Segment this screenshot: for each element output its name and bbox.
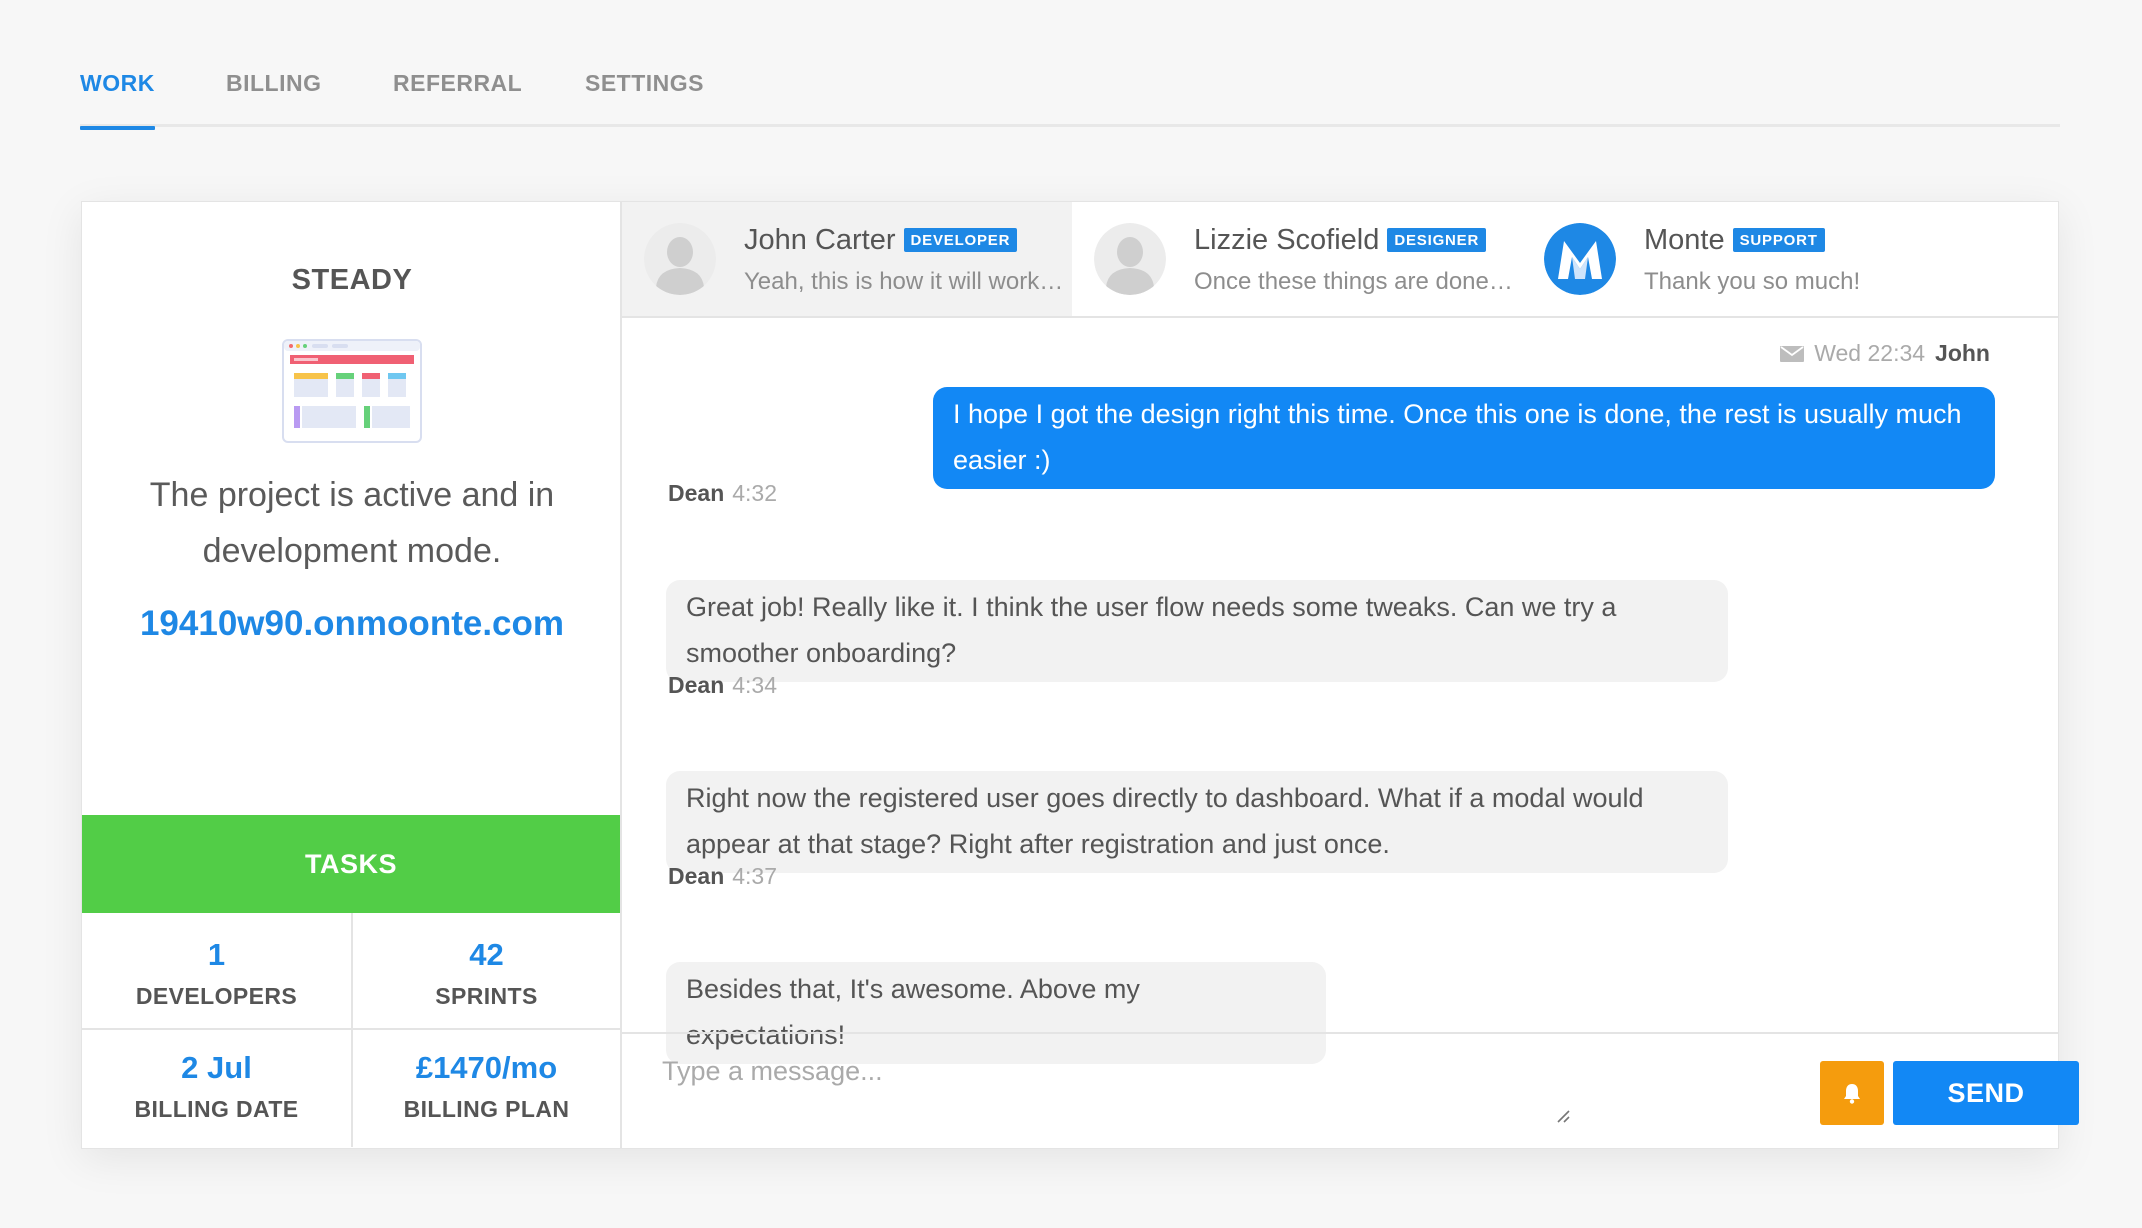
project-name: STEADY — [291, 264, 413, 296]
stat-billing-date-label: BILLING DATE — [134, 1096, 299, 1122]
message-time: 4:37 — [732, 863, 778, 889]
stat-billing-plan-label: BILLING PLAN — [403, 1096, 570, 1122]
stat-billing-date-value: 2 Jul — [181, 1050, 252, 1085]
stat-billing-plan-value: £1470/mo — [415, 1050, 558, 1085]
contact-tab-monte[interactable]: Monte SUPPORT Thank you so much! — [1522, 202, 1972, 316]
contact-preview: Yeah, this is how it will work… — [744, 268, 1064, 295]
contact-tab-john-carter[interactable]: John Carter DEVELOPER Yeah, this is how i… — [622, 202, 1072, 316]
role-badge: DESIGNER — [1387, 228, 1487, 252]
stat-billing-plan: £1470/mo BILLING PLAN — [351, 1030, 620, 1147]
message-bubble: Right now the registered user goes direc… — [666, 771, 1728, 873]
project-description: The project is active and in development… — [149, 476, 555, 570]
contact-preview: Thank you so much! — [1644, 268, 1861, 295]
tasks-button[interactable]: TASKS — [82, 815, 620, 913]
mail-icon — [1780, 345, 1805, 362]
message-time: 4:32 — [732, 480, 778, 506]
message-sender: Dean — [668, 863, 725, 889]
browser-dashboard-illustration — [282, 339, 422, 443]
message-sender: Dean — [668, 672, 725, 698]
contact-name: Lizzie Scofield DESIGNER — [1194, 224, 1487, 257]
project-panel: STEADY The project is active and in deve… — [82, 202, 622, 1148]
project-stats: 1 DEVELOPERS 42 SPRINTS 2 Jul BILLING DA… — [82, 913, 620, 1148]
chat-panel: John Carter DEVELOPER Yeah, this is how i… — [622, 202, 2079, 1148]
contact-tabs: John Carter DEVELOPER Yeah, this is how i… — [622, 202, 2058, 318]
stat-sprints-label: SPRINTS — [435, 983, 538, 1009]
top-tab-bar: WORK BILLING REFERRAL SETTINGS — [80, 0, 2060, 130]
project-card: STEADY The project is active and in deve… — [81, 201, 2079, 1149]
tab-billing[interactable]: BILLING — [226, 70, 322, 127]
notify-button[interactable] — [1820, 1061, 1884, 1125]
contact-preview: Once these things are done… — [1194, 268, 1513, 295]
monte-logo-icon — [1544, 223, 1616, 295]
bell-icon — [1844, 1084, 1860, 1104]
tab-work[interactable]: WORK — [80, 70, 155, 130]
message-input[interactable] — [662, 1056, 1472, 1132]
stat-billing-date: 2 Jul BILLING DATE — [82, 1030, 351, 1147]
user-placeholder-icon — [644, 223, 716, 295]
stat-developers-label: DEVELOPERS — [135, 983, 298, 1009]
stat-developers: 1 DEVELOPERS — [82, 913, 351, 1030]
tab-settings[interactable]: SETTINGS — [585, 70, 704, 127]
message-time: Wed 22:34 — [1814, 340, 1926, 366]
role-badge: DEVELOPER — [903, 228, 1018, 252]
contact-name: John Carter DEVELOPER — [744, 224, 1018, 257]
message-sender: John — [1935, 340, 1990, 366]
message-meta: Dean 4:34 — [668, 672, 777, 699]
stat-sprints-value: 42 — [469, 937, 504, 972]
message-meta: Dean 4:32 — [668, 480, 777, 507]
resize-handle-icon[interactable] — [1555, 1108, 1571, 1124]
user-placeholder-icon — [1094, 223, 1166, 295]
project-url-link[interactable]: 19410w90.onmoonte.com — [82, 604, 622, 644]
stat-sprints: 42 SPRINTS — [351, 913, 620, 1030]
message-bubble: Great job! Really like it. I think the u… — [666, 580, 1728, 682]
message-meta: Dean 4:37 — [668, 863, 777, 890]
message-bubble-own: I hope I got the design right this time.… — [933, 387, 1995, 489]
message-sender: Dean — [668, 480, 725, 506]
role-badge: SUPPORT — [1732, 228, 1825, 252]
message-time: 4:34 — [732, 672, 778, 698]
contact-tab-lizzie-scofield[interactable]: Lizzie Scofield DESIGNER Once these thing… — [1072, 202, 1522, 316]
message-composer: SEND — [622, 1032, 2079, 1148]
tab-referral[interactable]: REFERRAL — [393, 70, 522, 127]
message-list: Wed 22:34 John I hope I got the design r… — [622, 318, 2058, 1064]
message-meta: Wed 22:34 John — [1780, 340, 1990, 367]
stat-developers-value: 1 — [207, 937, 226, 972]
send-button[interactable]: SEND — [1893, 1061, 2079, 1125]
contact-name: Monte SUPPORT — [1644, 224, 1825, 257]
